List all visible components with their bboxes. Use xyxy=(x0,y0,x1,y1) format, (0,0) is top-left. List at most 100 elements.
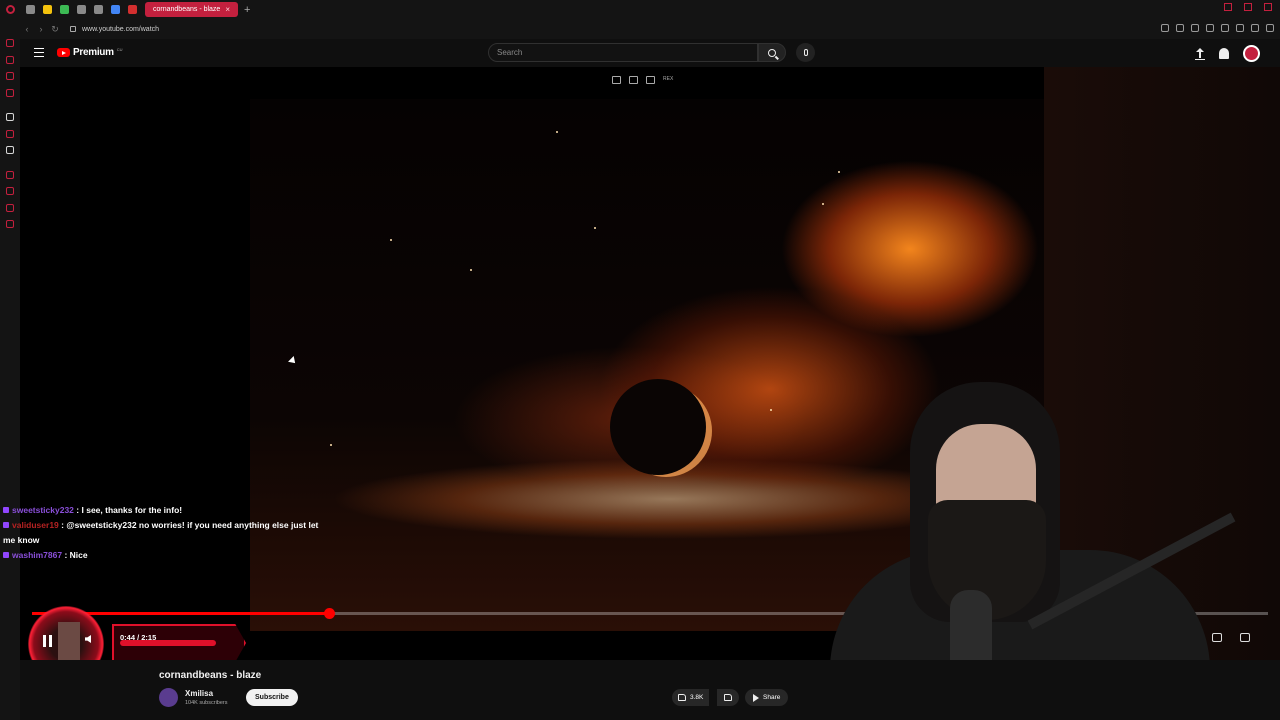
pinned-tabs xyxy=(26,5,137,14)
stream-chat-overlay: sweetsticky232 : I see, thanks for the i… xyxy=(0,503,330,563)
sidebar-app-icon[interactable] xyxy=(6,56,14,64)
pinned-tab-icon[interactable] xyxy=(77,5,86,14)
chat-badge-icon xyxy=(3,552,9,558)
masthead-actions xyxy=(1195,45,1260,62)
pinned-tab-icon[interactable] xyxy=(26,5,35,14)
search-button[interactable] xyxy=(758,43,786,62)
sidebar-app-icon[interactable] xyxy=(6,39,14,47)
notifications-bell-icon[interactable] xyxy=(1219,48,1229,59)
logo-text: Premium xyxy=(73,47,114,58)
next-icon[interactable] xyxy=(646,76,655,84)
browser-sidebar xyxy=(0,19,20,720)
chat-username: validuser19 xyxy=(12,520,59,530)
chat-badge-icon xyxy=(3,507,9,513)
chat-message: washim7867 : Nice xyxy=(0,548,330,563)
address-bar: ‹ › ↻ www.youtube.com/watch xyxy=(20,19,1280,39)
address-bar-actions xyxy=(1161,24,1274,32)
video-star xyxy=(470,269,472,271)
shield-icon[interactable] xyxy=(1191,24,1199,32)
maximize-icon[interactable] xyxy=(1244,3,1252,11)
chat-text: : Nice xyxy=(64,550,88,560)
active-tab[interactable]: cornandbeans - blaze × xyxy=(145,2,238,17)
voice-search-button[interactable] xyxy=(796,43,815,62)
new-tab-icon[interactable]: + xyxy=(244,4,250,16)
sidebar-x-icon[interactable] xyxy=(6,146,14,154)
share-icon xyxy=(753,693,759,702)
download-icon[interactable] xyxy=(1251,24,1259,32)
sidebar-app-icon[interactable] xyxy=(6,187,14,195)
video-star xyxy=(594,227,596,229)
sidebar-settings-icon[interactable] xyxy=(6,220,14,228)
chat-username: sweetsticky232 xyxy=(12,505,74,515)
sidebar-app-icon[interactable] xyxy=(6,171,14,179)
subscriber-count: 104K subscribers xyxy=(185,700,228,706)
pinned-tab-icon[interactable] xyxy=(94,5,103,14)
thumbs-down-icon xyxy=(724,694,732,701)
youtube-masthead: Premium CU Search xyxy=(20,39,1280,67)
sidebar-app-icon[interactable] xyxy=(6,113,14,121)
reload-icon[interactable]: ↻ xyxy=(48,24,62,35)
thumbs-up-icon xyxy=(678,694,686,701)
upload-icon[interactable] xyxy=(1195,47,1205,60)
pinned-tab-icon[interactable] xyxy=(60,5,69,14)
back-icon[interactable]: ‹ xyxy=(20,24,34,34)
close-tab-icon[interactable]: × xyxy=(225,5,230,14)
extensions-icon[interactable] xyxy=(1236,24,1244,32)
player-top-overlay: REX xyxy=(612,76,673,84)
url-field[interactable]: www.youtube.com/watch xyxy=(70,26,159,33)
like-button[interactable]: 3.8K xyxy=(672,689,710,706)
chat-message: validuser19 : @sweetsticky232 no worries… xyxy=(0,518,330,548)
dislike-button[interactable] xyxy=(717,689,739,706)
browser-tab-bar: cornandbeans - blaze × + xyxy=(0,0,1280,19)
video-star xyxy=(390,239,392,241)
youtube-logo[interactable]: Premium CU xyxy=(57,47,122,58)
now-playing-time: 0:44 / 2:15 xyxy=(120,633,157,642)
pinned-tab-icon[interactable] xyxy=(111,5,120,14)
pinned-tab-icon[interactable] xyxy=(128,5,137,14)
browser-logo-icon[interactable] xyxy=(0,0,20,19)
account-avatar[interactable] xyxy=(1243,45,1260,62)
hamburger-menu-icon[interactable] xyxy=(34,48,44,57)
pause-icon[interactable] xyxy=(43,635,52,647)
exit-icon[interactable] xyxy=(629,76,638,84)
logo-country-code: CU xyxy=(116,47,123,52)
share-label: Share xyxy=(763,694,781,701)
menu-icon[interactable] xyxy=(1266,24,1274,32)
minimize-icon[interactable] xyxy=(1224,3,1232,11)
video-star xyxy=(556,131,558,133)
pinned-tab-icon[interactable] xyxy=(43,5,52,14)
fullscreen-icon[interactable] xyxy=(1240,633,1250,642)
close-window-icon[interactable] xyxy=(1264,3,1272,11)
search-icon xyxy=(768,48,776,57)
heart-icon[interactable] xyxy=(1221,24,1229,32)
chat-message: sweetsticky232 : I see, thanks for the i… xyxy=(0,503,330,518)
video-planet xyxy=(610,379,706,475)
subscribe-button[interactable]: Subscribe xyxy=(246,689,298,706)
video-info: cornandbeans - blaze Xmilisa 104K subscr… xyxy=(20,660,1280,720)
miniplayer-icon[interactable] xyxy=(612,76,621,84)
chat-badge-icon xyxy=(3,522,9,528)
sidebar-app-icon[interactable] xyxy=(6,89,14,97)
share-button[interactable]: Share xyxy=(745,689,789,706)
bookmark-icon[interactable] xyxy=(1161,24,1169,32)
video-title: cornandbeans - blaze xyxy=(159,670,262,681)
window-controls xyxy=(1224,3,1272,11)
video-star xyxy=(822,203,824,205)
sidebar-app-icon[interactable] xyxy=(6,204,14,212)
sidebar-twitch-icon[interactable] xyxy=(6,130,14,138)
chat-username: washim7867 xyxy=(12,550,63,560)
search-input[interactable]: Search xyxy=(488,43,758,62)
active-tab-title: cornandbeans - blaze xyxy=(153,6,221,13)
channel-name[interactable]: Xmilisa xyxy=(185,689,213,698)
channel-avatar[interactable] xyxy=(159,688,178,707)
progress-scrubber[interactable] xyxy=(323,608,335,619)
forward-icon[interactable]: › xyxy=(34,24,48,34)
youtube-play-icon xyxy=(57,48,70,57)
url-text: www.youtube.com/watch xyxy=(82,25,160,33)
video-star xyxy=(770,409,772,411)
play-icon[interactable] xyxy=(1206,24,1214,32)
video-star xyxy=(330,444,332,446)
like-count: 3.8K xyxy=(690,694,704,701)
sidebar-app-icon[interactable] xyxy=(6,72,14,80)
snapshot-icon[interactable] xyxy=(1176,24,1184,32)
